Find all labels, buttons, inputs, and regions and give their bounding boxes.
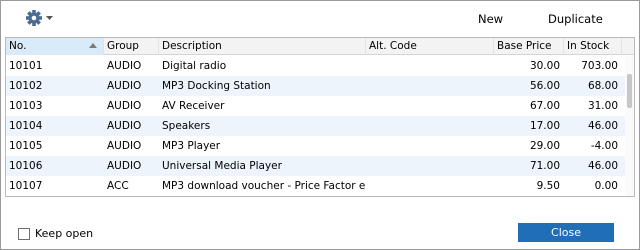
cell-base-price: 56.00 — [529, 80, 560, 92]
cell-base-price: 17.00 — [529, 120, 560, 132]
cell-no: 10103 — [9, 100, 43, 112]
table-row[interactable]: 10102 AUDIO MP3 Docking Station 56.00 68… — [6, 76, 626, 96]
cell-description: MP3 Docking Station — [162, 80, 271, 92]
cell-in-stock: -4.00 — [590, 140, 618, 152]
column-header-in-stock[interactable]: In Stock — [564, 38, 622, 55]
cell-alt-code — [366, 56, 494, 76]
cell-base-price: 9.50 — [536, 180, 560, 192]
column-header-base-price[interactable]: Base Price — [494, 38, 564, 55]
cell-group: AUDIO — [107, 100, 142, 112]
cell-group: AUDIO — [107, 80, 142, 92]
cell-no: 10106 — [9, 160, 43, 172]
cell-group: AUDIO — [107, 160, 142, 172]
cell-alt-code — [366, 96, 494, 116]
cell-group: AUDIO — [107, 120, 142, 132]
close-button[interactable]: Close — [518, 223, 614, 242]
duplicate-button[interactable]: Duplicate — [548, 11, 603, 27]
cell-in-stock: 703.00 — [581, 60, 618, 72]
dialog-window: New Duplicate No. Group Description Alt.… — [0, 0, 640, 250]
column-header-alt-code[interactable]: Alt. Code — [366, 38, 494, 55]
cell-description: Speakers — [162, 120, 211, 132]
column-header-group[interactable]: Group — [104, 38, 159, 55]
cell-description: Universal Media Player — [162, 160, 282, 172]
cell-alt-code — [366, 136, 494, 156]
cell-base-price: 67.00 — [529, 100, 560, 112]
cell-description: MP3 download voucher - Price Factor e... — [162, 180, 366, 192]
scrollbar-thumb[interactable] — [627, 74, 632, 108]
keep-open-label: Keep open — [35, 227, 94, 240]
cell-alt-code — [366, 76, 494, 96]
column-header-no[interactable]: No. — [6, 38, 104, 55]
cell-no: 10101 — [9, 60, 43, 72]
cell-base-price: 71.00 — [529, 160, 560, 172]
cell-no: 10107 — [9, 180, 43, 192]
chevron-down-icon — [46, 16, 53, 20]
cell-alt-code — [366, 156, 494, 176]
cell-description: AV Receiver — [162, 100, 225, 112]
cell-in-stock: 68.00 — [587, 80, 618, 92]
cell-no: 10105 — [9, 140, 43, 152]
cell-description: MP3 Player — [162, 140, 221, 152]
checkbox-box[interactable] — [18, 228, 30, 240]
table-row[interactable]: 10101 AUDIO Digital radio 30.00 703.00 — [6, 56, 626, 76]
cell-base-price: 30.00 — [529, 60, 560, 72]
cell-in-stock: 0.00 — [594, 180, 618, 192]
table-row[interactable]: 10104 AUDIO Speakers 17.00 46.00 — [6, 116, 626, 136]
cell-alt-code — [366, 176, 494, 196]
table-body: 10101 AUDIO Digital radio 30.00 703.00 1… — [6, 56, 626, 196]
gear-icon — [24, 8, 58, 28]
cell-group: ACC — [107, 180, 129, 192]
table-header: No. Group Description Alt. Code Base Pri… — [6, 38, 634, 55]
items-table: No. Group Description Alt. Code Base Pri… — [5, 37, 635, 197]
cell-in-stock: 31.00 — [587, 100, 618, 112]
cell-in-stock: 46.00 — [587, 160, 618, 172]
cell-base-price: 29.00 — [529, 140, 560, 152]
table-row[interactable]: 10107 ACC MP3 download voucher - Price F… — [6, 176, 626, 196]
toolbar: New Duplicate — [2, 2, 640, 34]
cell-no: 10102 — [9, 80, 43, 92]
table-row[interactable]: 10103 AUDIO AV Receiver 67.00 31.00 — [6, 96, 626, 116]
cell-group: AUDIO — [107, 140, 142, 152]
cell-no: 10104 — [9, 120, 43, 132]
column-header-description[interactable]: Description — [159, 38, 366, 55]
table-row[interactable]: 10105 AUDIO MP3 Player 29.00 -4.00 — [6, 136, 626, 156]
cell-alt-code — [366, 116, 494, 136]
new-button[interactable]: New — [478, 11, 503, 27]
keep-open-checkbox[interactable]: Keep open — [18, 227, 93, 241]
settings-menu-button[interactable] — [24, 7, 58, 29]
cell-description: Digital radio — [162, 60, 227, 72]
table-row[interactable]: 10106 AUDIO Universal Media Player 71.00… — [6, 156, 626, 176]
vertical-scrollbar[interactable] — [625, 56, 634, 196]
cell-in-stock: 46.00 — [587, 120, 618, 132]
cell-group: AUDIO — [107, 60, 142, 72]
sort-ascending-icon — [89, 43, 97, 48]
column-label: No. — [9, 40, 27, 52]
